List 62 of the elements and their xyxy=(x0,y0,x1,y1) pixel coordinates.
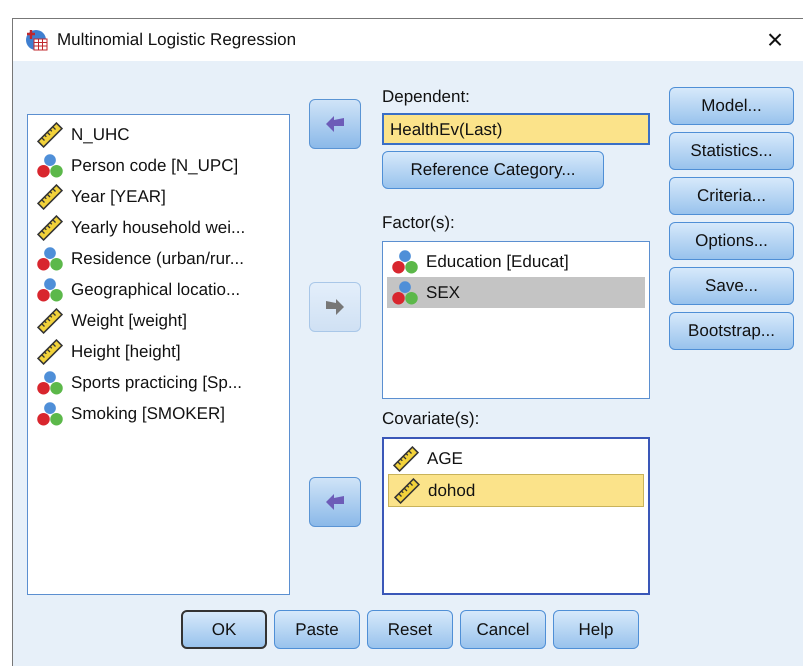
variable-list[interactable]: N_UHC Person code [N_UPC] Year [YEAR] Yearly household wei... Residence (urban/rur... Geographical locatio... Weight [weight] Height [height] Sports practicing [Sp... Smoking [SMOKER] xyxy=(27,114,290,595)
dialog-button[interactable]: Cancel xyxy=(460,610,546,649)
variable-item[interactable]: Year [YEAR] xyxy=(32,181,285,212)
variable-item[interactable]: dohod xyxy=(388,474,644,507)
variable-item[interactable]: Height [height] xyxy=(32,336,285,367)
nominal-icon xyxy=(392,248,418,274)
factors-label: Factor(s): xyxy=(382,213,456,233)
variable-name: Weight [weight] xyxy=(71,310,187,330)
arrow-icon xyxy=(324,114,346,134)
variable-item[interactable]: Geographical locatio... xyxy=(32,274,285,305)
nominal-icon xyxy=(37,276,63,302)
variable-name: SEX xyxy=(426,282,460,302)
nominal-icon xyxy=(37,246,63,272)
dialog-button[interactable]: Save... xyxy=(669,267,794,305)
move-button[interactable] xyxy=(309,99,361,149)
variable-item[interactable]: Education [Educat] xyxy=(387,246,645,277)
dialog-button[interactable]: OK xyxy=(181,610,267,649)
variable-name: Year [YEAR] xyxy=(71,186,166,206)
variable-name: Person code [N_UPC] xyxy=(71,156,238,176)
variable-name: Sports practicing [Sp... xyxy=(71,372,242,392)
reference-category-button[interactable]: Reference Category... xyxy=(382,151,604,189)
variable-item[interactable]: Sports practicing [Sp... xyxy=(32,367,285,398)
dialog-button[interactable]: Help xyxy=(553,610,639,649)
arrow-icon xyxy=(324,492,346,512)
variable-name: Geographical locatio... xyxy=(71,280,240,300)
variable-item[interactable]: SEX xyxy=(387,277,645,308)
variable-name: Education [Educat] xyxy=(426,252,569,272)
variable-item[interactable]: AGE xyxy=(388,443,644,474)
close-button[interactable]: × xyxy=(755,26,795,54)
dialog-button[interactable]: Statistics... xyxy=(669,132,794,170)
dependent-label: Dependent: xyxy=(382,87,471,107)
variable-item[interactable]: Smoking [SMOKER] xyxy=(32,398,285,429)
dialog-button[interactable]: Paste xyxy=(274,610,360,649)
window-title: Multinomial Logistic Regression xyxy=(57,30,298,50)
nominal-icon xyxy=(37,152,63,178)
variable-name: AGE xyxy=(427,448,463,468)
dialog-button[interactable]: Model... xyxy=(669,87,794,125)
variable-name: Height [height] xyxy=(71,342,181,362)
dialog-button[interactable]: Reset xyxy=(367,610,453,649)
variable-name: N_UHC xyxy=(71,124,130,144)
variable-item[interactable]: Residence (urban/rur... xyxy=(32,243,285,274)
arrow-icon xyxy=(324,297,346,317)
covariates-label: Covariate(s): xyxy=(382,409,480,429)
dependent-field[interactable]: HealthEv(Last) xyxy=(382,113,650,145)
dialog-button[interactable]: Options... xyxy=(669,222,794,260)
app-icon xyxy=(25,28,49,52)
move-button[interactable] xyxy=(309,477,361,527)
dialog-button[interactable]: Criteria... xyxy=(669,177,794,215)
variable-name: Yearly household wei... xyxy=(71,218,246,238)
variable-item[interactable]: N_UHC xyxy=(32,119,285,150)
variable-item[interactable]: Weight [weight] xyxy=(32,305,285,336)
variable-name: Smoking [SMOKER] xyxy=(71,404,225,424)
nominal-icon xyxy=(37,400,63,426)
nominal-icon xyxy=(37,370,63,396)
variable-item[interactable]: Person code [N_UPC] xyxy=(32,150,285,181)
variable-name: dohod xyxy=(428,480,476,500)
nominal-icon xyxy=(392,280,418,306)
covariates-list[interactable]: AGE dohod xyxy=(382,437,650,595)
factors-list[interactable]: Education [Educat] SEX xyxy=(382,241,650,399)
dialog-button[interactable]: Bootstrap... xyxy=(669,312,794,350)
variable-name: Residence (urban/rur... xyxy=(71,248,244,268)
variable-item[interactable]: Yearly household wei... xyxy=(32,212,285,243)
